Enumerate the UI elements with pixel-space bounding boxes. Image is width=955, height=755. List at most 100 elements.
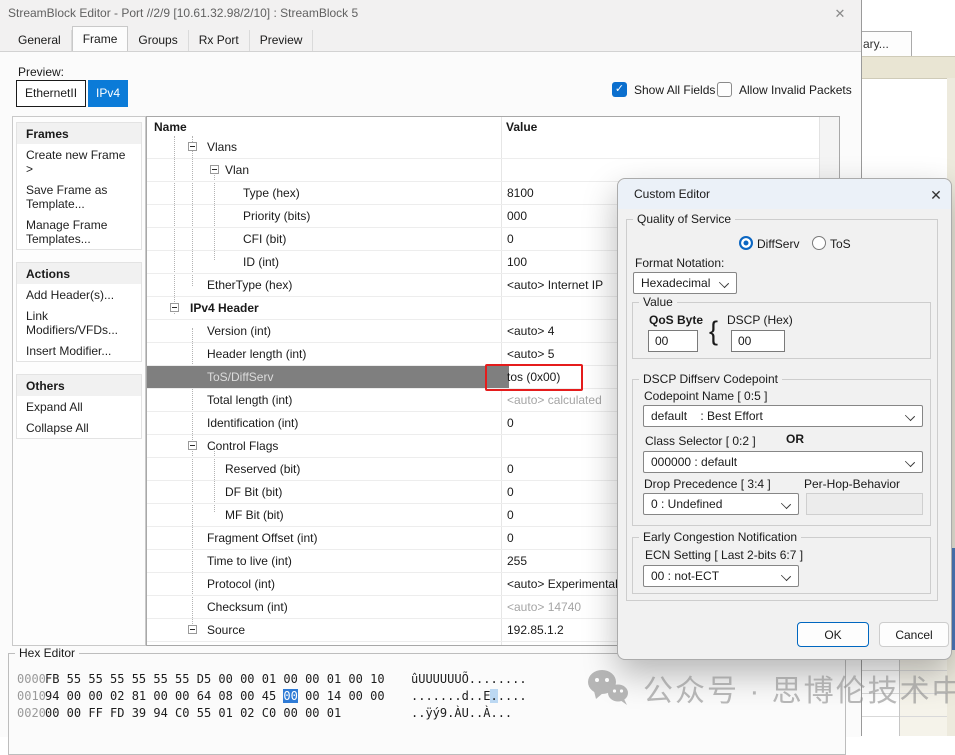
tab-frame[interactable]: Frame — [72, 26, 129, 51]
sidebar-item-insert-modifier[interactable]: Insert Modifier... — [17, 340, 141, 361]
chevron-down-icon — [719, 278, 729, 288]
or-label: OR — [786, 432, 804, 446]
quality-of-service-group: Quality of Service DiffServ ToS Format N… — [626, 219, 938, 601]
tree-row-label: Vlans — [207, 140, 237, 154]
qos-byte-value: 00 — [655, 334, 668, 348]
ascii-run: ..ÿý9.ÀU..À... — [411, 706, 512, 720]
tab-preview[interactable]: Preview — [250, 30, 314, 51]
tree-row-value: 0 — [507, 232, 514, 246]
qos-byte-input[interactable]: 00 — [648, 330, 698, 352]
class-selector-label: Class Selector [ 0:2 ] — [645, 434, 756, 448]
tree-row-label: Checksum (int) — [207, 600, 288, 614]
tree-row-label: ToS/DiffServ — [207, 370, 273, 384]
tree-row-label: Type (hex) — [243, 186, 300, 200]
sidebar-group-title: Others — [17, 375, 141, 396]
sidebar-group-frames: FramesCreate new Frame >Save Frame as Te… — [16, 122, 142, 250]
tree-row-value: <auto> calculated — [507, 393, 602, 407]
tree-row-value-cell — [501, 136, 820, 158]
tree-row-value: 0 — [507, 485, 514, 499]
value-group-label: Value — [639, 295, 677, 309]
tree-row-label: Reserved (bit) — [225, 462, 300, 476]
window-title: StreamBlock Editor - Port //2/9 [10.61.3… — [8, 6, 358, 20]
brace-glyph: { — [709, 316, 718, 347]
window-close-icon[interactable]: ✕ — [830, 4, 850, 24]
sidebar-item-create-new-frame[interactable]: Create new Frame > — [17, 144, 141, 179]
tree-row-name-cell: Protocol (int) — [147, 573, 501, 595]
collapse-minus-icon[interactable] — [188, 441, 197, 450]
tree-row-value: 0 — [507, 462, 514, 476]
per-hop-behavior-field — [806, 493, 923, 515]
dscp-codepoint-group: DSCP Diffserv Codepoint Codepoint Name [… — [632, 379, 931, 526]
tree-row-value: 0 — [507, 508, 514, 522]
sidebar-item-collapse-all[interactable]: Collapse All — [17, 417, 141, 438]
sidebar-item-save-frame-as-template[interactable]: Save Frame as Template... — [17, 179, 141, 214]
tree-row-name-cell: Control Flags — [147, 435, 501, 457]
watermark-text: 公众号 · 思博伦技术中心 — [643, 666, 955, 710]
dialog-close-icon[interactable]: ✕ — [926, 185, 946, 205]
format-notation-select[interactable]: Hexadecimal — [633, 272, 737, 294]
allow-invalid-packets-checkbox[interactable] — [717, 82, 732, 97]
ecn-group-label: Early Congestion Notification — [639, 530, 801, 544]
drop-precedence-select[interactable]: 0 : Undefined — [643, 493, 799, 515]
ascii-run: .......d..E — [411, 689, 490, 703]
tree-row-name-cell: Source — [147, 619, 501, 641]
tree-row-name-cell: Checksum (int) — [147, 596, 501, 618]
per-hop-behavior-label: Per-Hop-Behavior — [804, 477, 900, 491]
tab-general[interactable]: General — [8, 30, 72, 51]
tab-bar: GeneralFrameGroupsRx PortPreview — [8, 29, 313, 51]
tos-radio[interactable] — [812, 236, 826, 250]
tree-row-value: <auto> 5 — [507, 347, 554, 361]
show-all-fields-checkbox[interactable]: ✓ — [612, 82, 627, 97]
cancel-button[interactable]: Cancel — [879, 622, 949, 647]
tree-row-name-cell: Priority (bits) — [147, 205, 501, 227]
ok-button[interactable]: OK — [797, 622, 869, 647]
tree-row-label: Vlan — [225, 163, 249, 177]
format-notation-label: Format Notation: — [635, 256, 724, 270]
ecn-setting-select[interactable]: 00 : not-ECT — [643, 565, 799, 587]
tree-row-label: Header length (int) — [207, 347, 306, 361]
background-partial-button[interactable]: ary... — [856, 31, 912, 58]
tree-row-name-cell: MF Bit (bit) — [147, 504, 501, 526]
background-toolbar — [862, 56, 955, 79]
ascii-char-selected: . — [490, 689, 497, 703]
column-header-value: Value — [506, 120, 537, 134]
tree-row-name-cell: DF Bit (bit) — [147, 481, 501, 503]
collapse-minus-icon[interactable] — [170, 303, 179, 312]
diffserv-radio-label: DiffServ — [757, 237, 799, 251]
chevron-down-icon — [905, 457, 915, 467]
class-selector-select[interactable]: 000000 : default — [643, 451, 923, 473]
tree-row-name-cell: Reserved (bit) — [147, 458, 501, 480]
hex-ascii: ûUUUUUUÕ........ — [411, 672, 527, 686]
quality-of-service-label: Quality of Service — [633, 212, 735, 226]
hex-byte-run: 00 00 FF FD 39 94 C0 55 01 02 C0 00 00 0… — [45, 706, 341, 720]
tree-row-value: 0 — [507, 416, 514, 430]
tree-row-value: 0 — [507, 531, 514, 545]
ascii-run: ûUUUUUUÕ........ — [411, 672, 527, 686]
format-notation-value: Hexadecimal — [641, 276, 710, 290]
sidebar-item-manage-frame-templates[interactable]: Manage Frame Templates... — [17, 214, 141, 249]
ipv4-header-button[interactable]: IPv4 — [88, 80, 128, 107]
collapse-minus-icon[interactable] — [210, 165, 219, 174]
tree-row-label: Identification (int) — [207, 416, 298, 430]
tab-groups[interactable]: Groups — [128, 30, 188, 51]
ethernetii-header-button[interactable]: EthernetII — [16, 80, 86, 107]
tree-row-label: Time to live (int) — [207, 554, 292, 568]
diffserv-radio[interactable] — [739, 236, 753, 250]
sidebar-item-add-header-s[interactable]: Add Header(s)... — [17, 284, 141, 305]
sidebar-item-link-modifiers-vfds[interactable]: Link Modifiers/VFDs... — [17, 305, 141, 340]
dscp-hex-input[interactable]: 00 — [731, 330, 785, 352]
value-group: Value QoS Byte DSCP (Hex) 00 { 00 — [632, 302, 931, 359]
collapse-minus-icon[interactable] — [188, 142, 197, 151]
tree-row-name-cell: ID (int) — [147, 251, 501, 273]
codepoint-name-select[interactable]: default : Best Effort — [643, 405, 923, 427]
tree-row-vlans[interactable]: Vlans — [147, 136, 820, 159]
collapse-minus-icon[interactable] — [188, 625, 197, 634]
hex-bytes: FB 55 55 55 55 55 55 D5 00 00 01 00 00 0… — [45, 672, 385, 686]
codepoint-name-label: Codepoint Name [ 0:5 ] — [644, 389, 767, 403]
tab-rx-port[interactable]: Rx Port — [189, 30, 250, 51]
tree-row-value: 255 — [507, 554, 527, 568]
class-selector-value: 000000 : default — [651, 455, 737, 469]
tree-row-value: 8100 — [507, 186, 534, 200]
tree-row-name-cell: Type (hex) — [147, 182, 501, 204]
sidebar-item-expand-all[interactable]: Expand All — [17, 396, 141, 417]
